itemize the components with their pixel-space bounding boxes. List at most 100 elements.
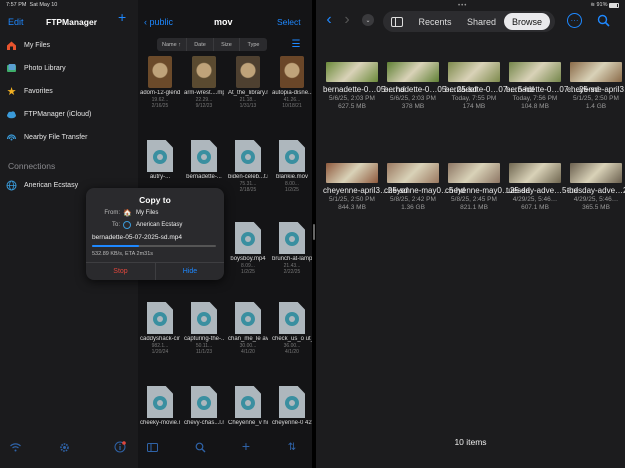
file-date: 5/8/25, 2:42 PM bbox=[390, 196, 436, 203]
video-thumbnail bbox=[448, 163, 500, 183]
status-time-text: 7:57 PM bbox=[6, 2, 27, 8]
sidebar-toggle-icon[interactable] bbox=[383, 16, 411, 27]
browse-file-item[interactable]: cheyenne-may0…5-hd 5/8/25, 2:42 PM 1.36 GB bbox=[384, 163, 465, 212]
connection-label: Anerican Ecstasy bbox=[24, 182, 79, 189]
file-name: autopia-disne....mp4 bbox=[272, 90, 312, 96]
sidebar-icon[interactable] bbox=[146, 441, 158, 453]
file-grid-item[interactable]: adom-12-glend....mp419.62...2/16/25 bbox=[140, 56, 180, 109]
file-grid-item[interactable]: cheeky-movie.mp4 bbox=[140, 386, 180, 427]
from-label: From: bbox=[104, 210, 120, 216]
star-icon: ★ bbox=[6, 86, 17, 98]
video-file-icon bbox=[191, 302, 217, 334]
video-file-icon bbox=[235, 140, 261, 172]
file-date: 1/2/25 bbox=[285, 187, 299, 193]
file-grid-item[interactable]: bernadette-... bbox=[184, 140, 224, 181]
file-size: 365.5 MB bbox=[582, 204, 610, 211]
file-name: cheyenne-april3…25-sd bbox=[323, 186, 408, 195]
browse-file-item[interactable]: bernadette-0…07-…25-sd Today, 7:56 PM 104.… bbox=[506, 62, 599, 111]
wifi-icon[interactable] bbox=[9, 441, 21, 453]
connection-item[interactable]: Anerican Ecstasy bbox=[6, 180, 78, 191]
browse-file-item[interactable]: tuesday-adve…5-hd 4/29/25, 5:46… 607.1 MB bbox=[506, 163, 578, 212]
file-size: 821.1 MB bbox=[460, 204, 488, 211]
file-grid-item[interactable]: cheyenne-0 4212...l.mp4 bbox=[272, 386, 312, 427]
sort-tab-size[interactable]: Size bbox=[214, 38, 240, 51]
file-date: 2/16/25 bbox=[151, 103, 169, 109]
file-grid-item[interactable]: caddyshack-cindy....mp4982.1...1/20/24 bbox=[140, 302, 180, 355]
add-button[interactable]: + bbox=[118, 9, 126, 25]
list-view-icon[interactable]: ☰ bbox=[290, 39, 302, 50]
file-grid-item[interactable]: brunch-at-lampl....mp421.43...2/22/25 bbox=[272, 222, 312, 275]
browse-file-item[interactable]: tuesday-adve…25-sd4/29/25, 5:46…365.5 MB bbox=[567, 163, 625, 212]
sidebar-item-favorites[interactable]: ★ Favorites bbox=[6, 86, 53, 98]
browse-file-item[interactable]: cheyenne-april3…5-hd5/1/25, 2:50 PM1.4 G… bbox=[567, 62, 625, 111]
airdrop-icon bbox=[6, 132, 17, 143]
more-icon[interactable]: ··· bbox=[567, 13, 582, 28]
globe-icon bbox=[6, 180, 17, 191]
gear-icon[interactable] bbox=[58, 441, 70, 453]
browse-file-item[interactable]: bernadette-0…05-…hd 5/6/25, 2:03 PM 627.5 … bbox=[323, 62, 405, 111]
file-grid-item[interactable]: boysboy.mp4 8.09... 1/2/25 bbox=[228, 222, 268, 275]
back-button[interactable]: ‹ public bbox=[144, 17, 173, 27]
file-grid-item[interactable]: biden-celeb...t.mov75.31...2/18/25 bbox=[228, 140, 268, 193]
sort-tab-name[interactable]: Name ↑ bbox=[157, 38, 187, 51]
search-icon[interactable] bbox=[596, 13, 610, 27]
split-handle[interactable] bbox=[313, 224, 315, 240]
file-size: 378 MB bbox=[401, 103, 425, 110]
video-file-icon bbox=[235, 222, 261, 254]
file-date: 4/1/20 bbox=[241, 349, 255, 355]
video-thumbnail bbox=[280, 56, 304, 88]
forward-arrow-icon[interactable]: › bbox=[340, 11, 354, 28]
connections-header: Connections bbox=[8, 161, 56, 171]
transfer-icon[interactable]: ⇅ bbox=[286, 441, 298, 453]
sidebar-item-my-files[interactable]: My Files bbox=[6, 40, 50, 51]
hide-button[interactable]: Hide bbox=[156, 263, 224, 280]
items-count: 10 items bbox=[454, 437, 487, 447]
to-label: To: bbox=[111, 222, 120, 228]
select-button[interactable]: Select bbox=[277, 17, 301, 27]
video-thumbnail bbox=[509, 62, 561, 82]
sidebar-item-nearby-transfer[interactable]: Nearby File Transfer bbox=[6, 132, 87, 143]
file-date: 10/18/21 bbox=[282, 103, 302, 109]
chevron-left-icon: ‹ bbox=[144, 17, 147, 27]
sidebar-item-label: Nearby File Transfer bbox=[24, 134, 88, 141]
sidebar-item-label: My Files bbox=[24, 42, 51, 49]
sort-tab-date[interactable]: Date bbox=[187, 38, 214, 51]
back-arrow-icon[interactable]: ‹ bbox=[322, 11, 336, 28]
edit-button[interactable]: Edit bbox=[8, 17, 24, 27]
tab-browse[interactable]: Browse bbox=[504, 13, 550, 30]
tab-shared[interactable]: Shared bbox=[459, 17, 504, 27]
stop-button[interactable]: Stop bbox=[86, 263, 155, 280]
browse-file-item[interactable]: cheyenne-april3…25-sd 5/1/25, 2:50 PM 844.… bbox=[323, 163, 408, 212]
tab-bar: Recents Shared Browse bbox=[383, 11, 555, 32]
file-grid-item[interactable]: Cheyenne_v his_2.mp4 bbox=[228, 386, 268, 427]
sidebar-item-photo-library[interactable]: Photo Library bbox=[6, 63, 66, 74]
file-grid-item[interactable]: chan_me_le aving.mov30.00...4/1/20 bbox=[228, 302, 268, 355]
file-grid-item[interactable]: chevy-chas...l.mp4 bbox=[184, 386, 224, 427]
file-grid-item[interactable]: check_us_o ut_aug.mp436.00...4/1/20 bbox=[272, 302, 312, 355]
sidebar-item-label: Photo Library bbox=[24, 65, 66, 72]
file-grid-item[interactable]: At_the_library.mp421.18...1/31/13 bbox=[228, 56, 268, 109]
sidebar-item-icloud[interactable]: FTPManager (iCloud) bbox=[6, 109, 91, 120]
video-file-icon bbox=[279, 386, 305, 418]
browse-file-item[interactable]: cheyenne-may0…25-sd 5/8/25, 2:45 PM 821.1 … bbox=[445, 163, 530, 212]
video-file-icon bbox=[235, 302, 261, 334]
file-date: 5/8/25, 2:45 PM bbox=[451, 196, 497, 203]
browse-file-item[interactable]: bernadette-0…07-…5-hd Today, 7:55 PM 174 M… bbox=[445, 62, 534, 111]
search-icon[interactable] bbox=[194, 441, 206, 453]
chevron-down-icon[interactable]: ⌄ bbox=[362, 14, 374, 26]
file-name: chevy-chas...l.mp4 bbox=[184, 420, 224, 426]
file-grid-item[interactable]: autry-... bbox=[140, 140, 180, 181]
file-date: 5/1/25, 2:50 PM bbox=[329, 196, 375, 203]
plus-icon[interactable]: + bbox=[240, 438, 252, 454]
video-file-icon bbox=[191, 386, 217, 418]
file-grid-item[interactable]: capturing-the-...nt.mov50.11...11/1/23 bbox=[184, 302, 224, 355]
browse-file-item[interactable]: bernadette-0…05-…25-sd 5/6/25, 2:03 PM 378… bbox=[384, 62, 477, 111]
multitask-dots[interactable]: ••• bbox=[458, 3, 467, 9]
file-grid-item[interactable]: arm-wrest....mp422.29...9/12/23 bbox=[184, 56, 224, 109]
tab-recents[interactable]: Recents bbox=[411, 17, 459, 27]
folder-title: mov bbox=[214, 17, 233, 27]
info-icon[interactable] bbox=[114, 441, 126, 453]
file-grid-item[interactable]: blankie.mov 8.00... 1/2/25 bbox=[272, 140, 312, 193]
sort-tab-type[interactable]: Type bbox=[240, 38, 267, 51]
file-grid-item[interactable]: autopia-disne....mp441.26...10/18/21 bbox=[272, 56, 312, 109]
